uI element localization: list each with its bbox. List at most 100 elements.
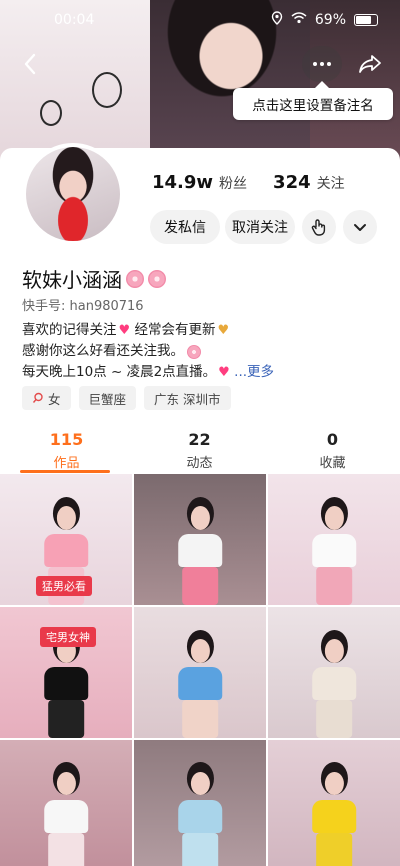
tab-works-count: 115 xyxy=(49,430,84,449)
profile-name: 软妹小涵涵 xyxy=(22,264,166,293)
thumb-bottom xyxy=(181,832,219,866)
expand-button[interactable] xyxy=(343,210,377,244)
profile-tags: 女 巨蟹座 广东 深圳市 xyxy=(22,386,231,410)
battery-percent: 69% xyxy=(314,12,346,28)
send-message-button[interactable]: 发私信 xyxy=(150,210,220,244)
thumb-bottom xyxy=(47,700,85,738)
tag-location: 广东 深圳市 xyxy=(144,386,231,410)
thumb-face xyxy=(190,638,210,663)
more-button[interactable] xyxy=(302,46,342,82)
thumb-badge: 宅男女神 xyxy=(40,627,96,647)
battery-icon xyxy=(354,14,378,26)
tab-favorites-label: 收藏 xyxy=(319,456,346,471)
bio-more-link[interactable]: ...更多 xyxy=(234,362,274,383)
thumb-bottom xyxy=(47,832,85,866)
bio-line-1b: 经常会有更新 xyxy=(134,322,216,338)
thumb-top xyxy=(43,534,89,568)
heart-icon: ♥ xyxy=(218,365,230,380)
grid-item[interactable] xyxy=(268,474,400,605)
remark-name-tooltip[interactable]: 点击这里设置备注名 xyxy=(233,81,393,120)
grid-item[interactable]: 猛男必看 xyxy=(0,474,132,605)
tooltip-text: 点击这里设置备注名 xyxy=(252,98,374,114)
grid-item[interactable] xyxy=(134,474,266,605)
tab-works[interactable]: 115 作品 xyxy=(0,430,133,474)
thumb-bottom xyxy=(315,567,353,605)
unfollow-button[interactable]: 取消关注 xyxy=(225,210,295,244)
following-stat[interactable]: 324 关注 xyxy=(273,172,345,193)
search-tag-icon xyxy=(32,392,43,403)
thumb-bottom xyxy=(315,700,353,738)
thumb-top xyxy=(43,667,89,701)
more-icon xyxy=(313,62,331,66)
video-thumbnail xyxy=(160,487,239,605)
profile-stats: 14.9w 粉丝 324 关注 xyxy=(152,172,345,193)
video-thumbnail xyxy=(294,753,373,866)
thumb-bottom xyxy=(181,700,219,738)
blossom-icon xyxy=(126,269,144,288)
grid-item[interactable] xyxy=(268,607,400,738)
fans-count: 14.9w xyxy=(152,172,214,193)
back-icon xyxy=(24,53,36,75)
thumb-bottom xyxy=(181,567,219,605)
video-thumbnail xyxy=(160,620,239,738)
thumb-top xyxy=(177,799,223,833)
profile-name-text: 软妹小涵涵 xyxy=(22,268,122,292)
video-thumbnail xyxy=(294,487,373,605)
blossom-icon xyxy=(148,269,166,288)
fans-stat[interactable]: 14.9w 粉丝 xyxy=(152,172,247,193)
bio-line-3: 每天晚上10点 ~ 凌晨2点直播。 xyxy=(22,364,217,380)
following-label: 关注 xyxy=(316,176,345,192)
touch-icon xyxy=(311,219,326,236)
cover-doodle xyxy=(40,100,62,126)
thumb-top xyxy=(311,534,357,568)
tab-moments-label: 动态 xyxy=(186,456,213,471)
wifi-icon xyxy=(291,12,307,28)
thumb-face xyxy=(190,505,210,530)
status-time: 00:04 xyxy=(54,12,95,28)
tag-location-text: 广东 深圳市 xyxy=(154,391,221,407)
heart-icon: ♥ xyxy=(118,323,131,338)
touch-button[interactable] xyxy=(302,210,336,244)
bio-line-1a: 喜欢的记得关注 xyxy=(22,322,117,338)
works-grid: 猛男必看 宅男女神 xyxy=(0,474,400,866)
thumb-face xyxy=(324,505,344,530)
avatar[interactable] xyxy=(22,143,124,245)
chevron-down-icon xyxy=(354,223,366,231)
thumb-badge: 猛男必看 xyxy=(36,576,92,596)
tab-favorites[interactable]: 0 收藏 xyxy=(266,430,399,474)
thumb-top xyxy=(43,799,89,833)
tab-works-label: 作品 xyxy=(53,456,80,471)
thumb-bottom xyxy=(315,832,353,866)
cover-doodle xyxy=(92,72,122,108)
fans-label: 粉丝 xyxy=(219,176,248,192)
video-thumbnail xyxy=(160,753,239,866)
grid-item[interactable] xyxy=(134,740,266,866)
kuaishou-id[interactable]: 快手号: han980716 xyxy=(22,295,144,314)
thumb-top xyxy=(311,799,357,833)
share-button[interactable] xyxy=(352,46,388,82)
location-icon xyxy=(271,11,283,29)
tab-favorites-count: 0 xyxy=(326,430,339,449)
tab-moments[interactable]: 22 动态 xyxy=(133,430,266,474)
blossom-icon xyxy=(187,344,201,359)
grid-item[interactable] xyxy=(134,607,266,738)
back-button[interactable] xyxy=(12,46,48,82)
active-tab-indicator xyxy=(20,470,110,473)
video-thumbnail xyxy=(294,620,373,738)
grid-item[interactable] xyxy=(0,740,132,866)
tag-gender-text: 女 xyxy=(48,391,61,407)
tag-zodiac-text: 巨蟹座 xyxy=(88,391,127,407)
grid-item[interactable]: 宅男女神 xyxy=(0,607,132,738)
profile-bio: 喜欢的记得关注 ♥ 经常会有更新 ♥ 感谢你这么好看还关注我。 每天晚上10点 … xyxy=(22,320,274,383)
following-count: 324 xyxy=(273,172,311,193)
bio-line-2: 感谢你这么好看还关注我。 xyxy=(22,343,184,359)
heart-icon: ♥ xyxy=(217,323,230,338)
thumb-face xyxy=(324,638,344,663)
status-bar: 00:04 69% xyxy=(0,0,400,40)
share-icon xyxy=(359,55,381,73)
video-thumbnail xyxy=(26,753,105,866)
tag-zodiac: 巨蟹座 xyxy=(78,386,137,410)
thumb-face xyxy=(56,505,76,530)
grid-item[interactable] xyxy=(268,740,400,866)
thumb-top xyxy=(311,667,357,701)
